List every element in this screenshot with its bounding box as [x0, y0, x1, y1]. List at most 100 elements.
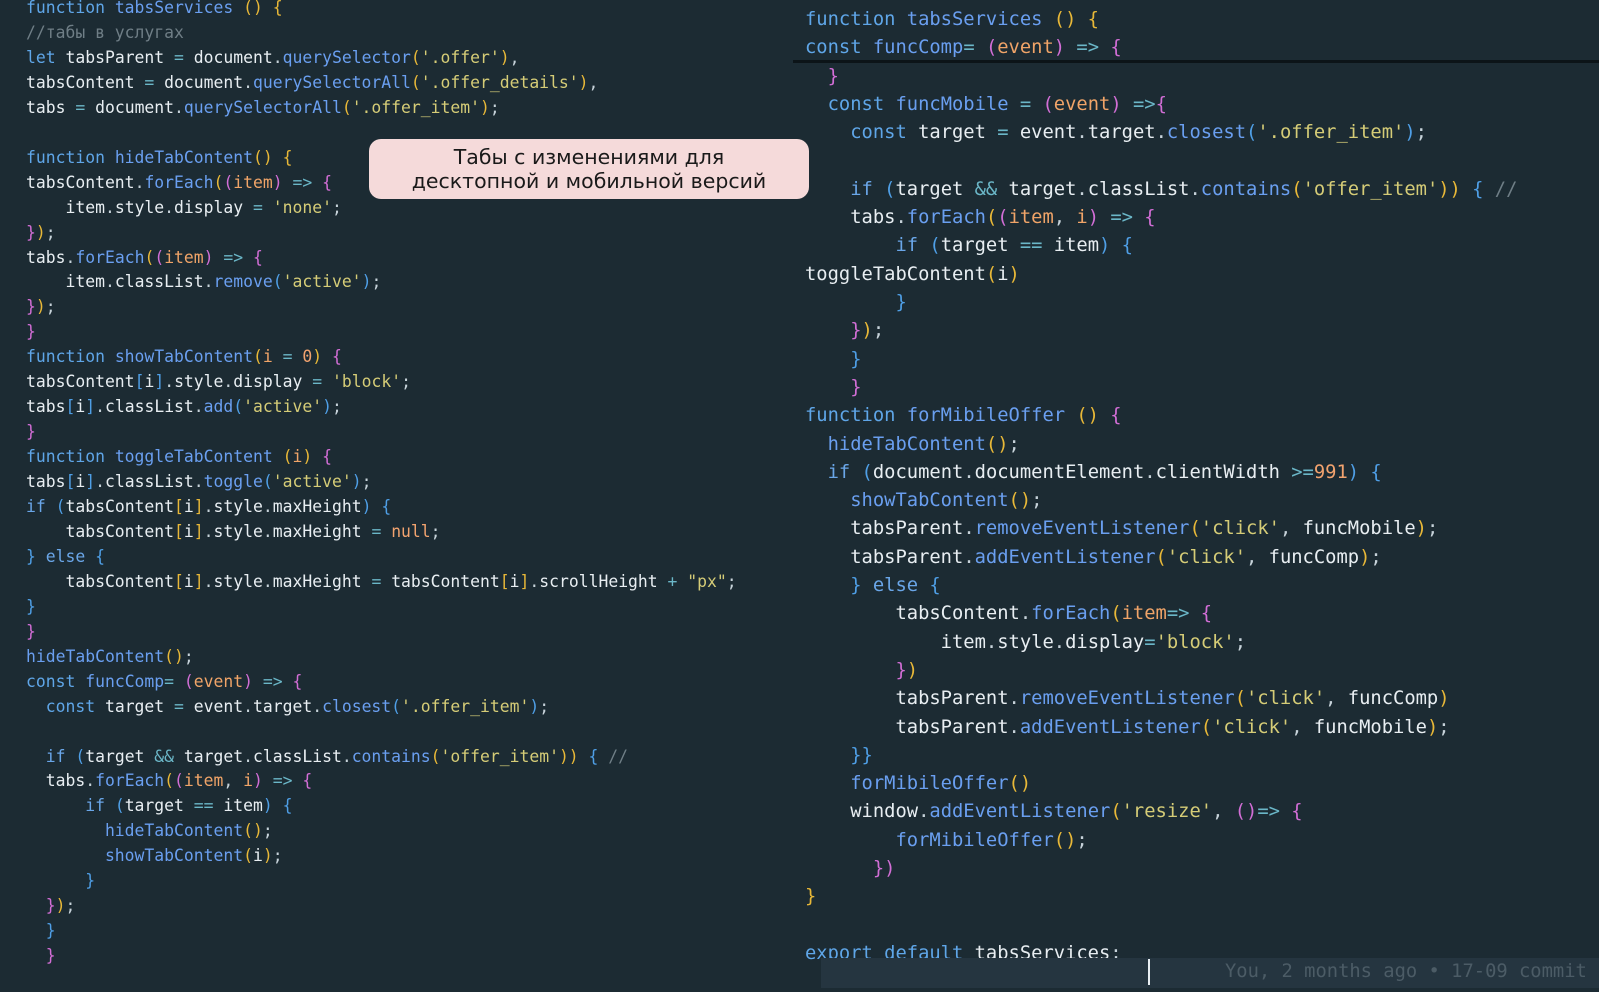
code-line[interactable]: tabs.forEach((item, i) => { — [26, 770, 313, 792]
code-token: . — [1076, 122, 1088, 144]
code-line[interactable]: }) — [805, 856, 896, 882]
code-line[interactable]: } — [805, 375, 861, 401]
code-line[interactable]: } — [26, 421, 36, 443]
code-token: forEach — [1031, 603, 1111, 625]
code-line[interactable]: }); — [26, 222, 56, 244]
code-line[interactable]: item.classList.remove('active'); — [26, 271, 381, 293]
code-line[interactable]: } — [26, 870, 95, 892]
code-token: () — [1076, 405, 1111, 427]
code-line[interactable]: tabs[i].classList.toggle('active'); — [26, 471, 371, 493]
code-line[interactable]: tabsContent[i].style.maxHeight = null; — [26, 521, 440, 543]
code-line[interactable]: tabs.forEach((item, i) => { — [805, 205, 1155, 231]
code-line[interactable]: const funcMobile = (event) =>{ — [805, 92, 1167, 118]
code-line[interactable]: item.style.display = 'none'; — [26, 197, 341, 219]
code-line[interactable]: //табы в услугах — [26, 22, 184, 44]
code-line[interactable]: }); — [26, 895, 76, 917]
code-line[interactable]: window.addEventListener('resize', ()=> { — [805, 799, 1302, 825]
code-line[interactable]: tabsContent[i].style.maxHeight = tabsCon… — [26, 571, 736, 593]
code-line[interactable]: }); — [26, 296, 56, 318]
code-token: . — [262, 521, 273, 541]
code-line[interactable]: if (tabsContent[i].style.maxHeight) { — [26, 496, 391, 518]
code-token: () { — [243, 0, 283, 17]
code-line[interactable]: tabsContent.forEach((item) => { — [26, 172, 332, 194]
code-line[interactable]: toggleTabContent(i) — [805, 262, 1020, 288]
code-line[interactable]: tabsContent = document.querySelectorAll(… — [26, 72, 598, 94]
code-line[interactable]: tabsParent.removeEventListener('click', … — [805, 516, 1438, 542]
code-token: => — [253, 671, 293, 691]
editor-divider — [793, 60, 1599, 63]
code-line[interactable]: } — [26, 945, 56, 967]
code-line[interactable]: } — [805, 884, 816, 910]
code-line[interactable]: } — [26, 621, 36, 643]
code-token: ) — [1426, 716, 1439, 738]
code-line[interactable]: forMibileOffer() — [805, 771, 1031, 797]
code-token: 'offer_item' — [1302, 178, 1439, 200]
code-line[interactable]: tabs = document.querySelectorAll('.offer… — [26, 97, 500, 119]
code-line[interactable]: }); — [805, 318, 884, 344]
code-token: ; — [489, 97, 500, 117]
right-code-pane[interactable]: function tabsServices () {const funcComp… — [793, 0, 1599, 992]
code-token: funcComp — [1347, 688, 1439, 710]
code-token: ; — [331, 397, 342, 417]
code-line[interactable]: tabsContent.forEach(item=> { — [805, 601, 1212, 627]
code-token: ( — [1189, 518, 1201, 540]
code-line[interactable]: function tabsServices () { — [805, 7, 1099, 33]
code-line[interactable]: showTabContent(); — [805, 488, 1042, 514]
code-token: ) { — [1347, 461, 1382, 483]
code-token: = — [1144, 631, 1156, 653]
code-line[interactable]: hideTabContent(); — [26, 646, 194, 668]
code-token: addEventListener — [974, 546, 1156, 568]
code-line[interactable]: tabs.forEach((item) => { — [26, 247, 263, 269]
code-token: ; — [183, 646, 194, 666]
code-line[interactable]: tabsParent.addEventListener('click', fun… — [805, 715, 1449, 741]
code-line[interactable]: function tabsServices () { — [26, 0, 283, 19]
code-line[interactable]: function toggleTabContent (i) { — [26, 446, 332, 468]
code-token: = — [164, 671, 184, 691]
code-token: target — [85, 746, 155, 766]
code-line[interactable]: } — [805, 290, 906, 316]
code-line[interactable]: if (document.documentElement.clientWidth… — [805, 460, 1382, 486]
code-token: maxHeight — [272, 521, 372, 541]
code-line[interactable]: } — [26, 321, 36, 343]
code-line[interactable]: } — [805, 347, 862, 373]
code-line[interactable]: hideTabContent(); — [26, 820, 273, 842]
code-token: function — [26, 0, 115, 17]
code-line[interactable]: function showTabContent(i = 0) { — [26, 346, 342, 368]
code-token: )) — [1438, 178, 1461, 200]
code-line[interactable]: tabsParent.removeEventListener('click', … — [805, 686, 1449, 712]
code-line[interactable]: if (target == item) { — [805, 233, 1132, 259]
code-token: } — [26, 896, 56, 916]
code-line[interactable]: if (target == item) { — [26, 795, 292, 817]
code-token: documentElement — [974, 461, 1145, 483]
code-line[interactable]: if (target && target.classList.contains(… — [805, 177, 1517, 203]
code-token: ( — [154, 247, 165, 267]
code-line[interactable]: } else { — [805, 573, 940, 599]
code-line[interactable]: tabsContent[i].style.display = 'block'; — [26, 371, 411, 393]
code-token: . — [174, 97, 184, 117]
code-line[interactable]: function forMibileOffer () { — [805, 403, 1122, 429]
code-line[interactable]: } — [26, 920, 56, 942]
code-line[interactable]: } else { — [26, 546, 105, 568]
code-token: tabs — [26, 771, 86, 791]
code-line[interactable]: showTabContent(i); — [26, 845, 283, 867]
code-line[interactable]: if (target && target.classList.contains(… — [26, 746, 628, 768]
code-line[interactable]: tabsParent.addEventListener('click', fun… — [805, 545, 1382, 571]
code-line[interactable]: const funcComp= (event) => { — [26, 671, 302, 693]
code-token: } — [805, 348, 862, 370]
code-line[interactable]: let tabsParent = document.querySelector(… — [26, 47, 520, 69]
code-line[interactable]: hideTabContent(); — [805, 432, 1020, 458]
code-line[interactable]: }) — [805, 658, 918, 684]
code-line[interactable]: } — [26, 596, 36, 618]
code-line[interactable]: forMibileOffer(); — [805, 828, 1087, 854]
code-token: ( — [430, 746, 441, 766]
code-token: forEach — [144, 172, 214, 192]
code-line[interactable]: const target = event.target.closest('.of… — [26, 696, 549, 718]
code-line[interactable]: tabs[i].classList.add('active'); — [26, 396, 342, 418]
code-token: ( — [164, 771, 175, 791]
code-line[interactable]: function hideTabContent() { — [26, 147, 292, 169]
code-line[interactable]: const target = event.target.closest('.of… — [805, 120, 1427, 146]
code-line[interactable]: }} — [805, 743, 873, 769]
code-line[interactable]: item.style.display='block'; — [805, 630, 1246, 656]
code-line[interactable]: } — [805, 64, 839, 90]
code-line[interactable]: const funcComp= (event) => { — [805, 35, 1122, 61]
